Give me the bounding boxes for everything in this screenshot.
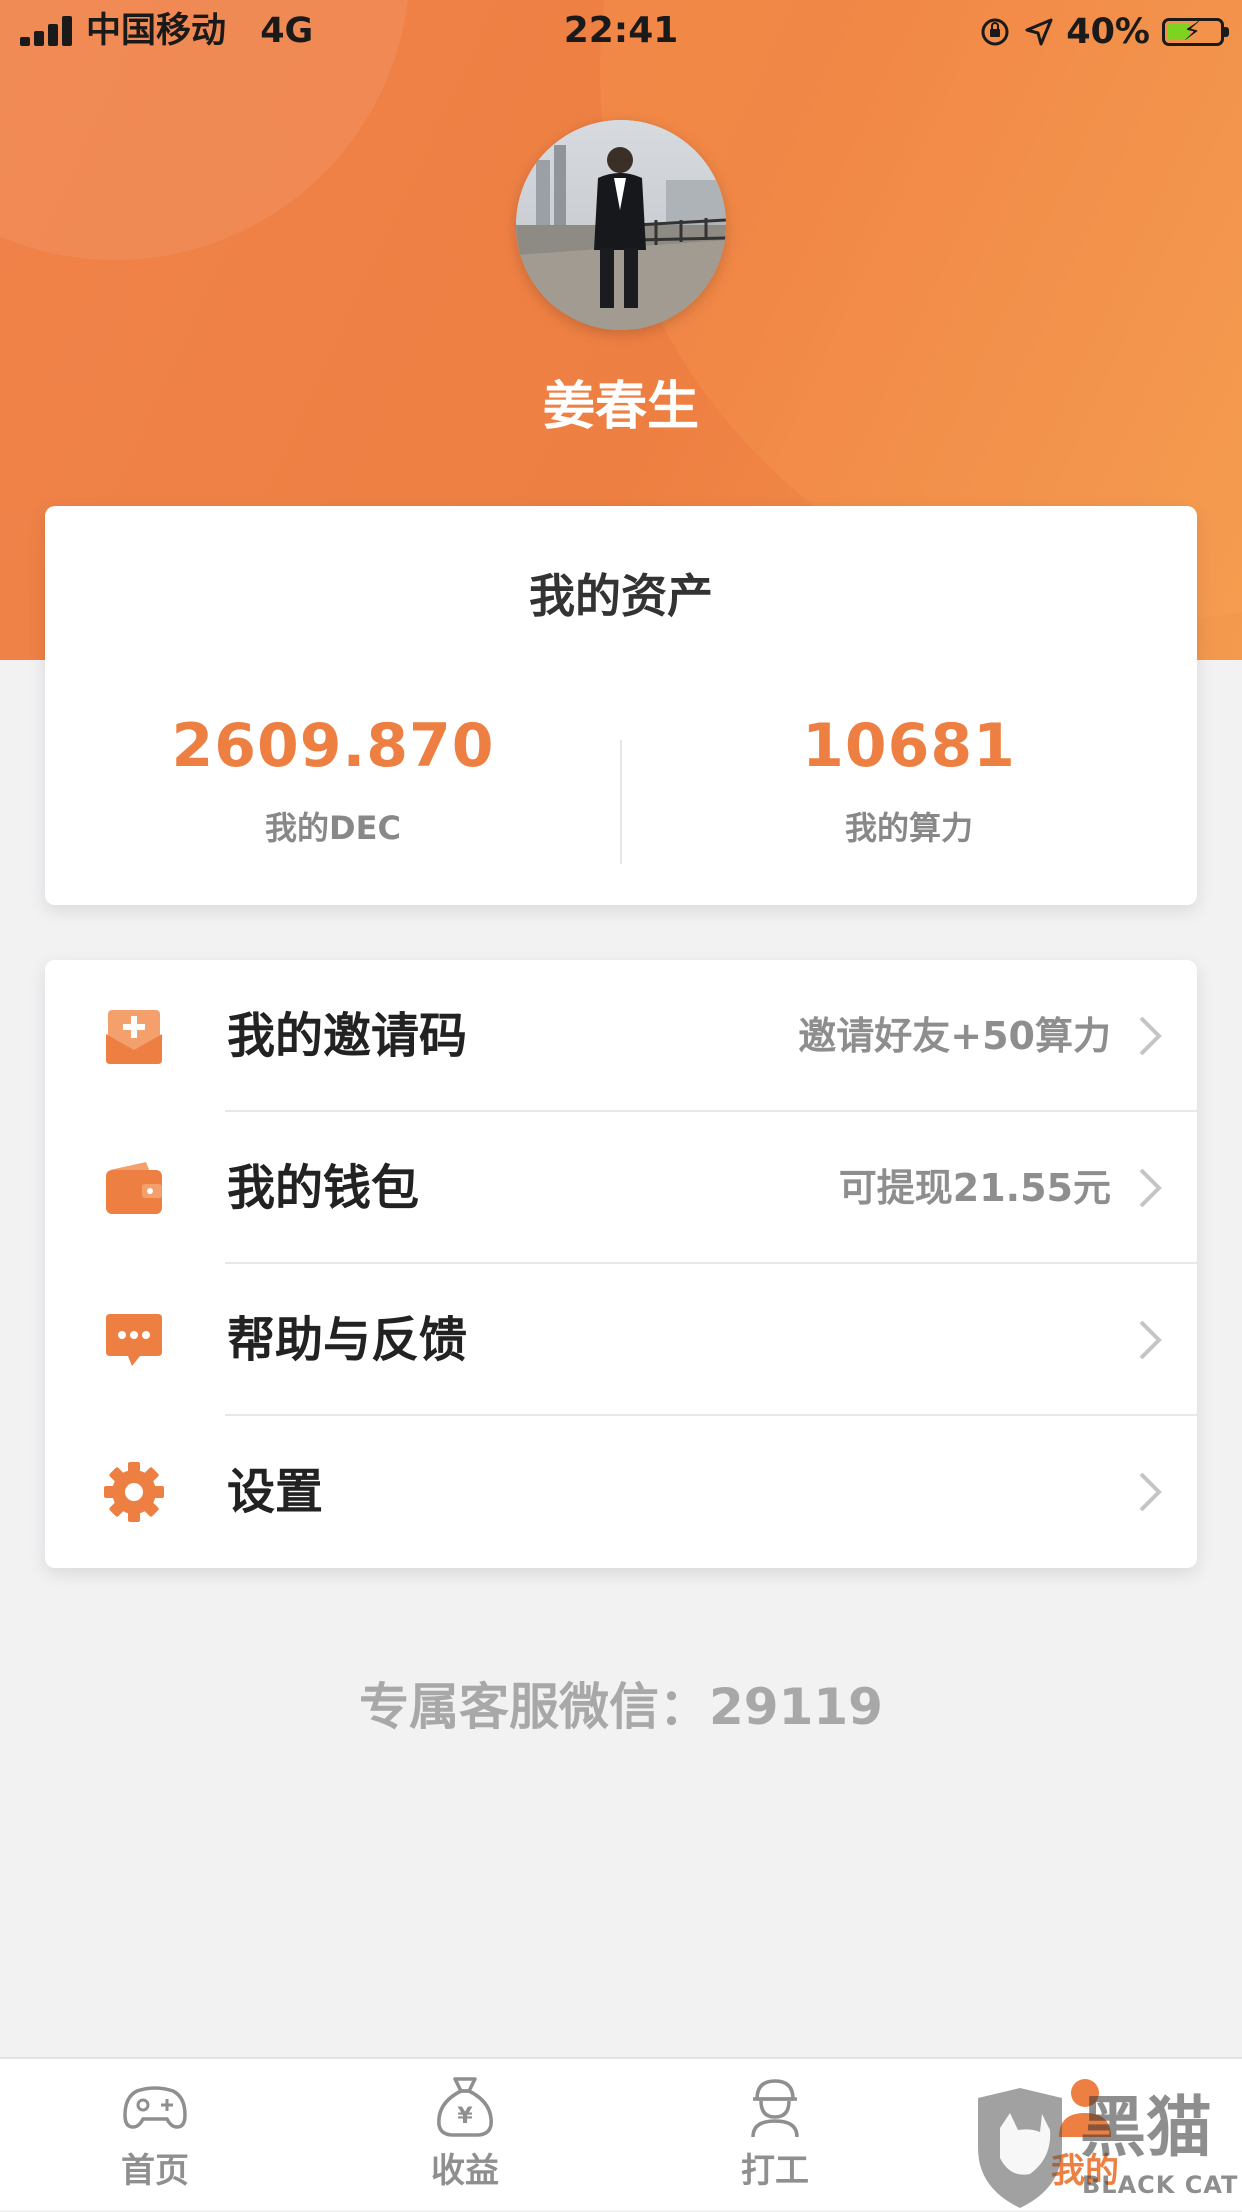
- wallet-hint: 可提现21.55元: [838, 1166, 1111, 1210]
- chevron-right-icon: [1139, 1016, 1162, 1056]
- menu-label-settings: 设置: [227, 1464, 324, 1520]
- menu-item-help-feedback[interactable]: 帮助与反馈: [45, 1264, 1197, 1416]
- computing-power[interactable]: 10681 我的算力: [621, 706, 1197, 848]
- menu-label-wallet: 我的钱包: [227, 1160, 420, 1216]
- dec-balance[interactable]: 2609.870 我的DEC: [45, 706, 621, 848]
- rotation-lock-icon: [981, 18, 1009, 46]
- status-bar: 中国移动 4G 22:41 40% ⚡: [0, 0, 1242, 62]
- gamepad-icon: [123, 2086, 187, 2129]
- location-arrow-icon: [1025, 18, 1053, 46]
- menu-item-invite-code[interactable]: 我的邀请码 邀请好友+50算力: [45, 960, 1197, 1112]
- chevron-right-icon: [1139, 1472, 1162, 1512]
- svg-text:¥: ¥: [457, 2104, 473, 2129]
- tab-home[interactable]: 首页: [0, 2059, 310, 2210]
- assets-title: 我的资产: [529, 569, 713, 623]
- wallet-icon: [106, 1162, 162, 1214]
- dec-value: 2609.870: [171, 711, 495, 781]
- chat-bubble-icon: [106, 1314, 162, 1366]
- status-right-group: 40% ⚡: [978, 12, 1229, 52]
- menu-item-settings[interactable]: 设置: [45, 1416, 1197, 1568]
- menu-label-invite-code: 我的邀请码: [227, 1008, 468, 1064]
- chevron-right-icon: [1139, 1320, 1162, 1360]
- power-label: 我的算力: [844, 809, 973, 847]
- money-bag-icon: ¥: [437, 2077, 493, 2137]
- menu-item-wallet[interactable]: 我的钱包 可提现21.55元: [45, 1112, 1197, 1264]
- black-cat-shield-icon: [978, 2088, 1062, 2208]
- dec-label: 我的DEC: [265, 809, 401, 847]
- invite-envelope-icon: [106, 1010, 162, 1064]
- avatar[interactable]: [516, 120, 726, 330]
- menu-label-help-feedback: 帮助与反馈: [227, 1312, 468, 1368]
- customer-service-wechat: 专属客服微信：29119: [359, 1678, 883, 1736]
- watermark-cn: 黑猫: [1080, 2089, 1212, 2166]
- battery-icon: ⚡: [1162, 17, 1229, 47]
- user-name: 姜春生: [542, 377, 699, 437]
- tab-label-home: 首页: [121, 2151, 189, 2191]
- power-value: 10681: [802, 711, 1016, 781]
- chevron-right-icon: [1139, 1168, 1162, 1208]
- worker-icon: [751, 2079, 799, 2138]
- tab-label-earnings: 收益: [431, 2151, 499, 2191]
- avatar-photo: [516, 120, 726, 330]
- gear-icon: [104, 1462, 164, 1522]
- tab-earnings[interactable]: ¥ 收益: [310, 2059, 620, 2210]
- tab-work[interactable]: 打工: [620, 2059, 930, 2210]
- watermark-en: BLACK CAT: [1082, 2171, 1239, 2199]
- black-cat-watermark: 黑猫 BLACK CAT: [970, 2088, 1242, 2208]
- invite-hint: 邀请好友+50算力: [798, 1014, 1111, 1058]
- battery-percent: 40%: [1066, 12, 1150, 52]
- tab-label-work: 打工: [741, 2151, 809, 2191]
- assets-card: 我的资产 2609.870 我的DEC 10681 我的算力: [45, 506, 1197, 905]
- menu-card: 我的邀请码 邀请好友+50算力 我的钱包 可提现21.55元 帮助与反馈 设置: [45, 960, 1197, 1568]
